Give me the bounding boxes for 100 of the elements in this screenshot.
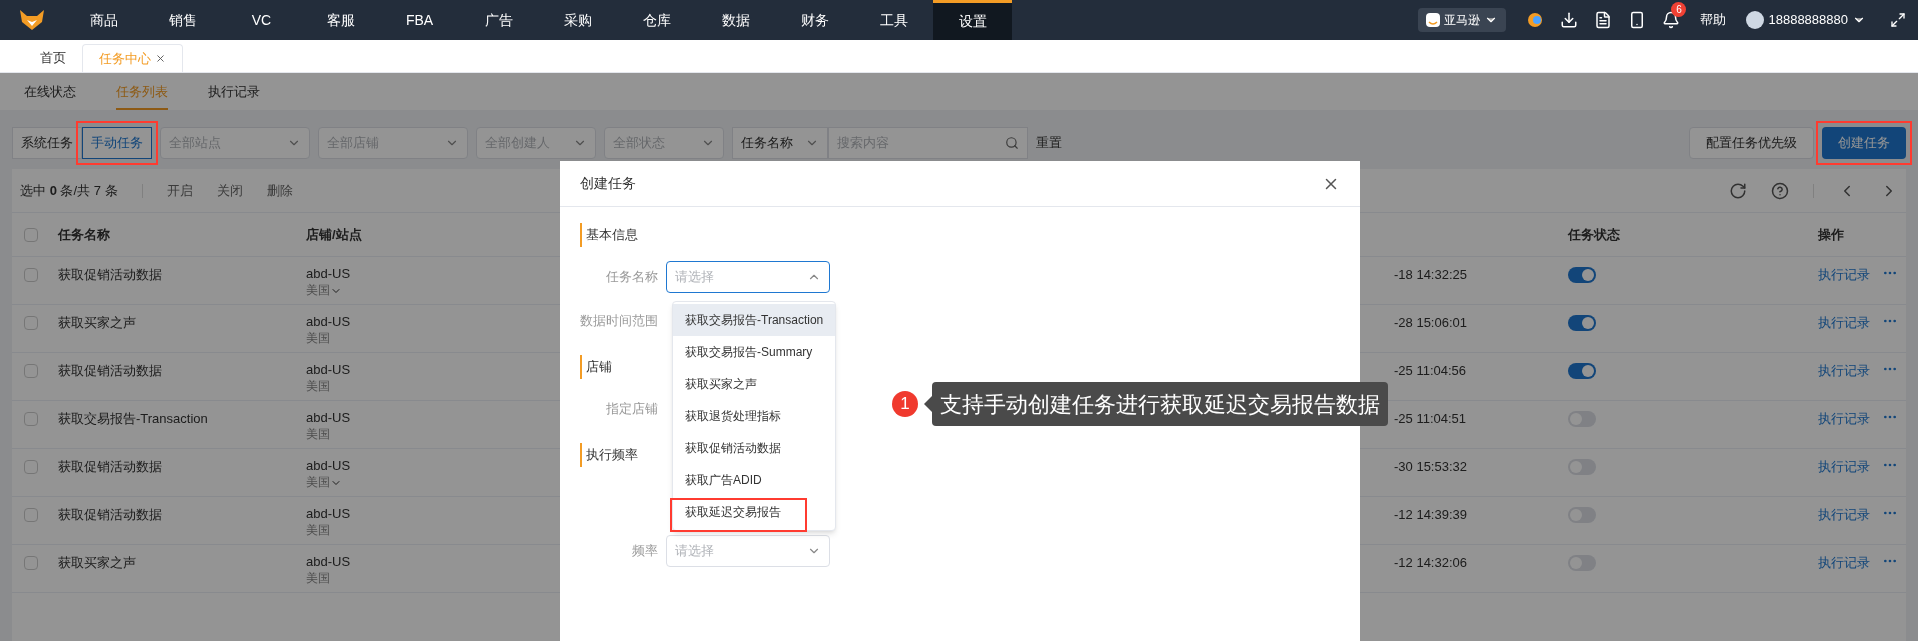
nav-item[interactable]: VC <box>222 0 301 40</box>
task-name: 获取促销活动数据 <box>58 458 163 476</box>
dropdown-option[interactable]: 获取买家之声 <box>673 368 835 400</box>
dropdown-option[interactable]: 获取交易报告-Transaction <box>673 304 835 336</box>
refresh-icon[interactable] <box>1729 181 1747 200</box>
marketplace-select[interactable]: 亚马逊 <box>1418 8 1507 32</box>
help-link[interactable]: 帮助 <box>1700 10 1727 30</box>
site-name: 美国 <box>306 570 330 587</box>
dialog-title: 创建任务 <box>580 174 636 193</box>
execution-log-link[interactable]: 执行记录 <box>1818 505 1870 525</box>
user-name[interactable]: 18888888880 <box>1768 10 1848 30</box>
step-badge: 1 <box>892 391 918 417</box>
dropdown-option[interactable]: 获取退货处理指标 <box>673 400 835 432</box>
nav-item[interactable]: FBA <box>380 0 459 40</box>
nav-item[interactable]: 设置 <box>933 0 1012 40</box>
last-run-time: -12 14:39:39 <box>1394 506 1468 524</box>
nav-item[interactable]: 客服 <box>301 0 380 40</box>
last-run-time: -12 14:32:06 <box>1394 554 1468 572</box>
toolbar-button[interactable]: 删除 <box>266 180 293 201</box>
dropdown-option[interactable]: 获取交易报告-Summary <box>673 336 835 368</box>
task-type-tab[interactable]: 手动任务 <box>82 127 152 159</box>
amazon-icon <box>1426 13 1441 27</box>
toolbar-button[interactable]: 开启 <box>166 180 193 201</box>
execution-log-link[interactable]: 执行记录 <box>1818 361 1870 381</box>
fox-logo-icon <box>18 8 46 32</box>
checkbox[interactable] <box>24 556 38 570</box>
coin-icon[interactable] <box>1526 11 1545 29</box>
execution-log-link[interactable]: 执行记录 <box>1818 409 1870 429</box>
checkbox[interactable] <box>24 508 38 522</box>
execution-log-link[interactable]: 执行记录 <box>1818 457 1870 477</box>
shop-name: abd-US <box>306 361 352 378</box>
section-title: 店铺 <box>586 358 612 377</box>
avatar-icon[interactable] <box>1746 11 1765 29</box>
column-header: 店铺/站点 <box>306 225 363 244</box>
notification-badge: 6 <box>1671 2 1687 17</box>
download-icon[interactable] <box>1560 11 1579 29</box>
nav-item[interactable]: 销售 <box>143 0 222 40</box>
action-button[interactable]: 配置任务优先级 <box>1689 127 1814 159</box>
last-run-time: -25 11:04:51 <box>1394 410 1468 428</box>
last-run-time: -25 11:04:56 <box>1394 362 1468 380</box>
search-scope-select[interactable]: 任务名称 <box>732 127 828 159</box>
column-header: 任务名称 <box>58 225 111 244</box>
toolbar-button[interactable]: 关闭 <box>216 180 243 201</box>
sub-tab[interactable]: 执行记录 <box>208 76 260 110</box>
help-icon[interactable] <box>1771 181 1789 200</box>
task-name: 获取买家之声 <box>58 314 137 332</box>
site-name: 美国 <box>306 426 330 443</box>
field-label: 数据时间范围 <box>580 312 659 331</box>
execution-log-link[interactable]: 执行记录 <box>1818 265 1870 285</box>
site-name: 美国 <box>306 522 330 539</box>
dropdown-option[interactable]: 获取促销活动数据 <box>673 432 835 464</box>
execution-log-link[interactable]: 执行记录 <box>1818 553 1870 573</box>
checkbox[interactable] <box>24 460 38 474</box>
site-name: 美国 <box>306 474 330 491</box>
page-tab[interactable]: 首页 <box>24 44 82 72</box>
field-label: 指定店铺 <box>605 400 659 419</box>
document-icon[interactable] <box>1594 11 1613 29</box>
task-name: 获取交易报告-Transaction <box>58 410 209 428</box>
shop-name: abd-US <box>306 505 352 522</box>
reset-link[interactable]: 重置 <box>1036 133 1062 153</box>
site-name: 美国 <box>306 282 330 299</box>
fullscreen-icon[interactable] <box>1890 12 1906 28</box>
selection-count: 选中 0 条/共 7 条 <box>20 181 118 200</box>
nav-item[interactable]: 仓库 <box>617 0 696 40</box>
column-header: 操作 <box>1818 225 1844 244</box>
execution-log-link[interactable]: 执行记录 <box>1818 313 1870 333</box>
last-run-time: -30 15:53:32 <box>1394 458 1468 476</box>
search-icon[interactable] <box>1005 136 1019 150</box>
shop-name: abd-US <box>306 265 352 282</box>
status-toggle[interactable] <box>1568 363 1596 379</box>
close-icon[interactable] <box>155 53 166 64</box>
checkbox[interactable] <box>24 227 38 242</box>
task-name: 获取促销活动数据 <box>58 362 163 380</box>
column-header: 任务状态 <box>1568 225 1621 244</box>
status-toggle[interactable] <box>1568 267 1596 283</box>
section-title: 基本信息 <box>586 226 638 245</box>
task-type-tab[interactable]: 系统任务 <box>12 127 82 159</box>
nav-item[interactable]: 商品 <box>64 0 143 40</box>
field-label: 任务名称 <box>605 268 659 287</box>
dropdown-option[interactable]: 获取广告ADID <box>673 464 835 496</box>
bell-icon[interactable] <box>1662 11 1681 29</box>
task-name: 获取买家之声 <box>58 554 137 572</box>
field-label: 频率 <box>631 542 659 561</box>
nav-item[interactable]: 广告 <box>459 0 538 40</box>
last-run-time: -18 14:32:25 <box>1394 266 1468 284</box>
task-name: 获取促销活动数据 <box>58 266 163 284</box>
checkbox[interactable] <box>24 316 38 330</box>
checkbox[interactable] <box>24 364 38 378</box>
checkbox[interactable] <box>24 268 38 282</box>
action-button[interactable]: 创建任务 <box>1822 127 1906 159</box>
dropdown-option[interactable]: 获取延迟交易报告 <box>673 496 835 528</box>
nav-item[interactable]: 财务 <box>775 0 854 40</box>
task-name: 获取促销活动数据 <box>58 506 163 524</box>
status-toggle[interactable] <box>1568 315 1596 331</box>
site-name: 美国 <box>306 330 330 347</box>
nav-item[interactable]: 采购 <box>538 0 617 40</box>
nav-item[interactable]: 数据 <box>696 0 775 40</box>
checkbox[interactable] <box>24 412 38 426</box>
nav-item[interactable]: 工具 <box>854 0 933 40</box>
sub-tab[interactable]: 在线状态 <box>24 76 76 110</box>
